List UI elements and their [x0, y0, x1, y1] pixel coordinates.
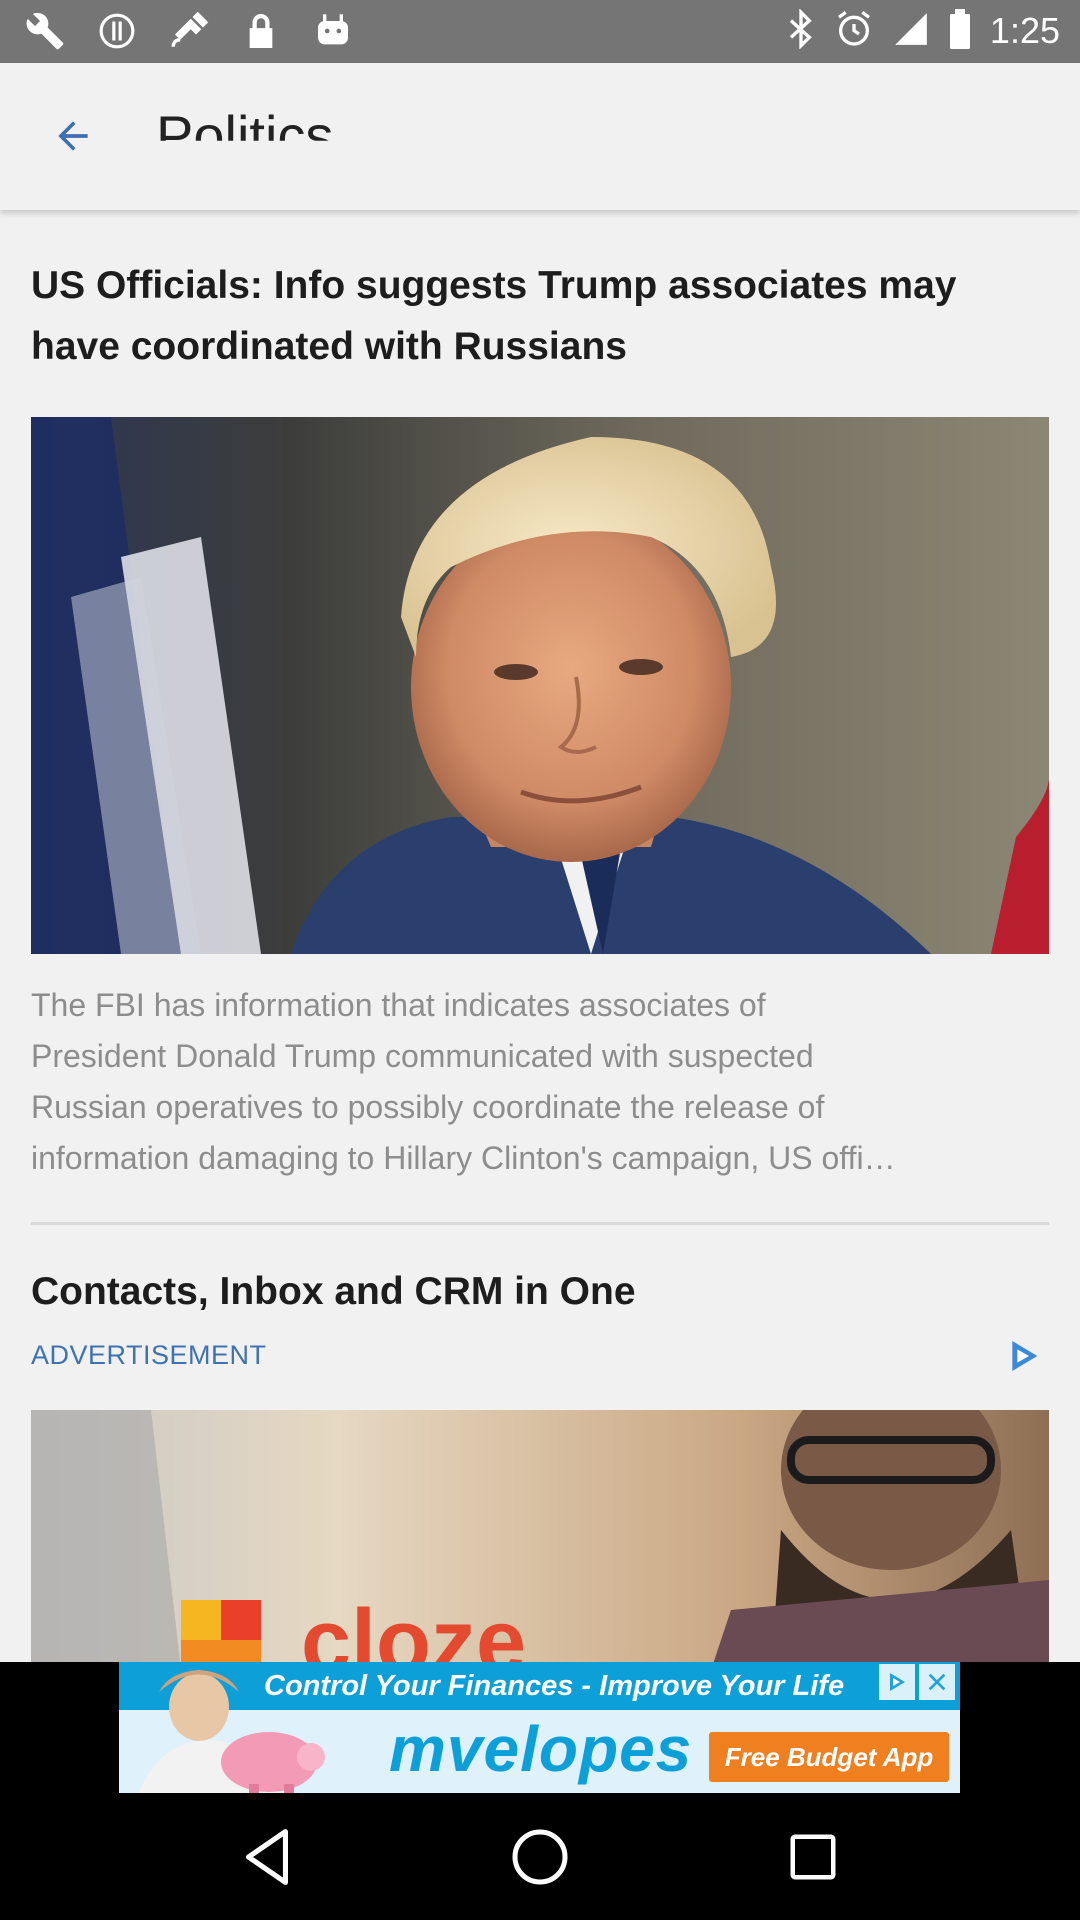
article-image[interactable] [31, 417, 1049, 954]
divider [31, 1222, 1049, 1225]
banner-adchoices-icon[interactable] [879, 1664, 915, 1700]
wrench-icon [22, 8, 68, 54]
bluetooth-icon [786, 7, 816, 54]
ad-brand-text: cloze [301, 1592, 526, 1662]
signal-icon [892, 10, 930, 53]
status-time: 1:25 [989, 10, 1060, 51]
free-budget-app-button[interactable]: Free Budget App [709, 1732, 949, 1782]
summary-line: President Donald Trump communicated with… [31, 1038, 814, 1074]
alarm-icon [834, 9, 874, 54]
bottom-area: Control Your Finances - Improve Your Lif… [0, 1662, 1080, 1920]
app-bar: Politics [0, 63, 1080, 210]
ad-label: ADVERTISEMENT [31, 1340, 267, 1370]
android-icon [310, 8, 356, 54]
status-bar: 1:25 [0, 0, 1080, 63]
status-left-icons [22, 8, 356, 54]
nav-back-button[interactable] [227, 1817, 307, 1897]
article-headline[interactable]: US Officials: Info suggests Trump associ… [31, 255, 1041, 377]
lock-icon [238, 8, 284, 54]
nav-recents-button[interactable] [773, 1817, 853, 1897]
ad-title[interactable]: Contacts, Inbox and CRM in One [31, 1270, 636, 1314]
alert-icon [94, 8, 140, 54]
back-button[interactable] [40, 103, 106, 169]
article-summary[interactable]: The FBI has information that indicates a… [31, 980, 1049, 1184]
page-title: Politics [156, 104, 334, 167]
satellite-icon [166, 8, 212, 54]
banner-ad[interactable]: Control Your Finances - Improve Your Lif… [119, 1662, 960, 1793]
square-recents-icon [790, 1834, 836, 1879]
banner-close-icon[interactable] [919, 1664, 955, 1700]
banner-tagline: Control Your Finances - Improve Your Lif… [264, 1670, 845, 1702]
adchoices-icon[interactable] [1004, 1336, 1044, 1376]
nav-home-button[interactable] [500, 1817, 580, 1897]
battery-icon [948, 8, 972, 54]
summary-line: information damaging to Hillary Clinton'… [31, 1140, 896, 1176]
summary-line: Russian operatives to possibly coordinat… [31, 1089, 825, 1125]
summary-line: The FBI has information that indicates a… [31, 987, 766, 1023]
ad-image[interactable]: cloze [31, 1410, 1049, 1662]
status-right-icons: 1:25 [786, 7, 1060, 54]
triangle-back-icon [245, 1828, 288, 1885]
circle-home-icon [512, 1829, 568, 1884]
arrow-back-icon [58, 121, 88, 151]
article-feed[interactable]: US Officials: Info suggests Trump associ… [0, 210, 1080, 1662]
system-nav-bar [0, 1793, 1080, 1920]
banner-brand: mvelopes [389, 1713, 693, 1785]
